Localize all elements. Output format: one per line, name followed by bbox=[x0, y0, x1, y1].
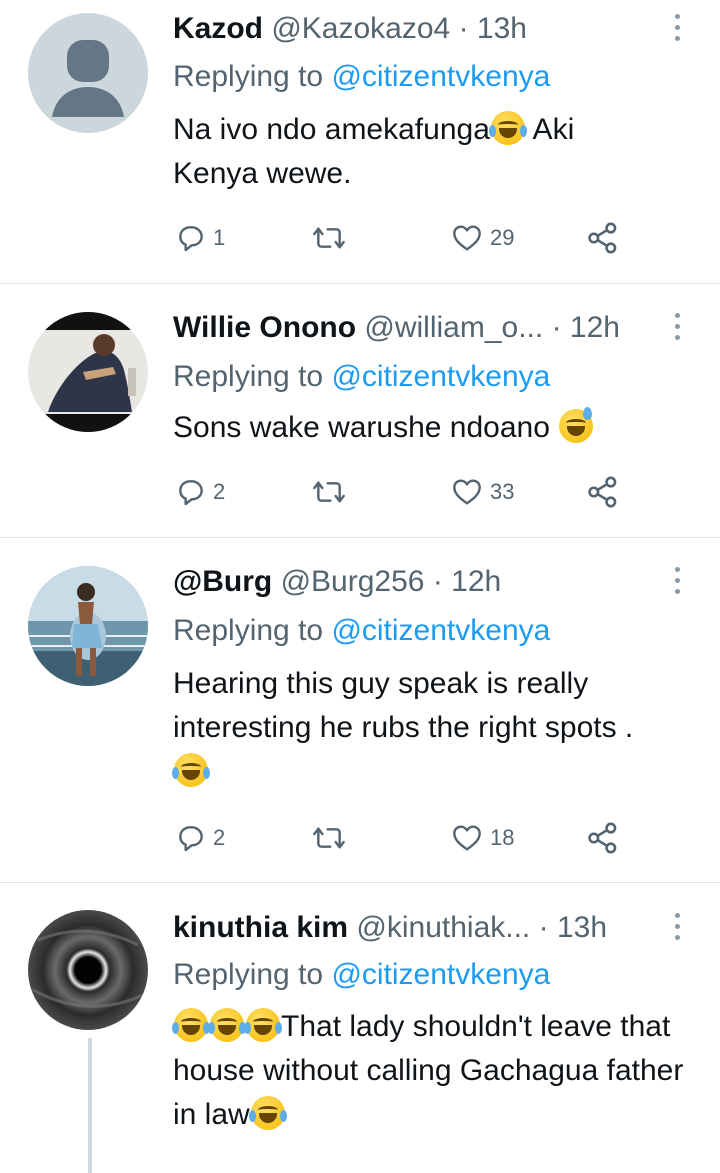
separator-dot: · bbox=[432, 565, 443, 598]
reply-count: 2 bbox=[213, 825, 226, 850]
like-count: 18 bbox=[490, 825, 515, 850]
share-button[interactable] bbox=[585, 818, 621, 858]
tweet-actions: 1 29 bbox=[173, 218, 633, 258]
heart-icon bbox=[453, 225, 481, 251]
replying-prefix: Replying to bbox=[173, 60, 332, 93]
joy-emoji-icon bbox=[248, 1096, 287, 1130]
replying-to: Replying to @citizentvkenya bbox=[173, 357, 550, 397]
retweet-button[interactable] bbox=[311, 818, 347, 858]
mention-link[interactable]: @citizentvkenya bbox=[331, 360, 550, 393]
share-button[interactable] bbox=[585, 218, 621, 258]
tweet-2[interactable]: Willie Onono @william_o... · 12h Replyin… bbox=[0, 284, 720, 537]
tweet-actions: 2 18 bbox=[173, 818, 633, 858]
reply-count: 1 bbox=[213, 225, 226, 250]
more-icon[interactable] bbox=[672, 14, 682, 41]
avatar[interactable] bbox=[28, 13, 148, 133]
more-icon[interactable] bbox=[672, 913, 682, 940]
retweet-icon bbox=[313, 827, 345, 849]
heart-icon bbox=[453, 825, 481, 851]
profile-photo-icon bbox=[28, 312, 148, 432]
tweet-1[interactable]: Kazod @Kazokazo4 · 13h Replying to @citi… bbox=[0, 0, 720, 283]
retweet-button[interactable] bbox=[311, 218, 347, 258]
joy-emoji-icon bbox=[244, 1008, 282, 1042]
timestamp[interactable]: 13h bbox=[557, 911, 607, 944]
tweet-header: Kazod @Kazokazo4 · 13h bbox=[173, 9, 660, 49]
tweet-text-part: Na ivo ndo amekafunga bbox=[173, 113, 490, 146]
share-icon bbox=[588, 822, 617, 854]
display-name[interactable]: Kazod bbox=[173, 12, 263, 45]
user-handle[interactable]: @kinuthiak... bbox=[356, 911, 530, 944]
sweat-smile-emoji-icon bbox=[559, 407, 594, 443]
replying-prefix: Replying to bbox=[173, 958, 332, 991]
retweet-button[interactable] bbox=[311, 472, 347, 512]
share-icon bbox=[588, 476, 617, 508]
tweet-text: That lady shouldn't leave that house wit… bbox=[172, 1005, 693, 1137]
default-avatar-icon bbox=[28, 13, 148, 133]
more-icon[interactable] bbox=[672, 313, 682, 340]
avatar[interactable] bbox=[28, 312, 148, 432]
display-name[interactable]: @Burg bbox=[173, 565, 272, 598]
joy-emoji-icon bbox=[172, 753, 210, 787]
display-name[interactable]: Willie Onono bbox=[173, 311, 356, 344]
joy-emoji-icon bbox=[488, 111, 527, 145]
separator-dot: · bbox=[538, 911, 549, 944]
replying-to: Replying to @citizentvkenya bbox=[173, 57, 550, 97]
tweet-text: Na ivo ndo amekafunga Aki Kenya wewe. bbox=[173, 108, 653, 196]
like-button[interactable]: 18 bbox=[450, 818, 514, 858]
replying-prefix: Replying to bbox=[173, 360, 332, 393]
tweet-header: @Burg @Burg256 · 12h bbox=[173, 562, 660, 602]
mention-link[interactable]: @citizentvkenya bbox=[331, 614, 550, 647]
retweet-icon bbox=[313, 481, 345, 503]
like-count: 29 bbox=[490, 225, 515, 250]
reply-count: 2 bbox=[213, 479, 226, 504]
reply-button[interactable]: 1 bbox=[175, 218, 225, 258]
tweet-text-part: Sons wake warushe ndoano bbox=[173, 411, 559, 444]
user-handle[interactable]: @william_o... bbox=[364, 311, 543, 344]
replying-prefix: Replying to bbox=[173, 614, 332, 647]
joy-emoji-icon bbox=[172, 1008, 210, 1042]
heart-icon bbox=[453, 479, 481, 505]
separator-dot: · bbox=[458, 12, 469, 45]
tweet-header: Willie Onono @william_o... · 12h bbox=[173, 308, 660, 348]
timestamp[interactable]: 12h bbox=[451, 565, 501, 598]
tweet-4[interactable]: kinuthia kim @kinuthiak... · 13h Replyin… bbox=[0, 883, 720, 1173]
reply-icon bbox=[179, 480, 203, 506]
more-icon[interactable] bbox=[672, 567, 682, 594]
mention-link[interactable]: @citizentvkenya bbox=[331, 958, 550, 991]
replying-to: Replying to @citizentvkenya bbox=[173, 955, 550, 995]
like-count: 33 bbox=[490, 479, 515, 504]
joy-emoji-icon bbox=[208, 1008, 246, 1042]
reply-icon bbox=[179, 226, 203, 252]
like-button[interactable]: 33 bbox=[450, 472, 514, 512]
replying-to: Replying to @citizentvkenya bbox=[173, 611, 550, 651]
like-button[interactable]: 29 bbox=[450, 218, 514, 258]
timestamp[interactable]: 13h bbox=[477, 12, 527, 45]
avatar[interactable] bbox=[28, 910, 148, 1030]
tweet-text: Sons wake warushe ndoano bbox=[173, 406, 693, 450]
avatar[interactable] bbox=[28, 566, 148, 686]
reply-icon bbox=[179, 826, 203, 852]
profile-photo-icon bbox=[28, 910, 148, 1030]
share-button[interactable] bbox=[585, 472, 621, 512]
share-icon bbox=[588, 222, 617, 254]
tweet-header: kinuthia kim @kinuthiak... · 13h bbox=[173, 908, 660, 948]
user-handle[interactable]: @Kazokazo4 bbox=[271, 12, 450, 45]
separator-dot: · bbox=[551, 311, 562, 344]
tweet-actions: 2 33 bbox=[173, 472, 633, 512]
tweet-3[interactable]: @Burg @Burg256 · 12h Replying to @citize… bbox=[0, 538, 720, 882]
tweet-text: Hearing this guy speak is really interes… bbox=[172, 662, 693, 794]
retweet-icon bbox=[313, 227, 345, 249]
reply-button[interactable]: 2 bbox=[175, 472, 225, 512]
user-handle[interactable]: @Burg256 bbox=[281, 565, 425, 598]
thread-connector-line bbox=[88, 1038, 92, 1173]
tweet-text-part: Hearing this guy speak is really interes… bbox=[173, 667, 634, 744]
reply-button[interactable]: 2 bbox=[175, 818, 225, 858]
timestamp[interactable]: 12h bbox=[570, 311, 620, 344]
profile-photo-icon bbox=[28, 566, 148, 686]
display-name[interactable]: kinuthia kim bbox=[173, 911, 348, 944]
mention-link[interactable]: @citizentvkenya bbox=[331, 60, 550, 93]
